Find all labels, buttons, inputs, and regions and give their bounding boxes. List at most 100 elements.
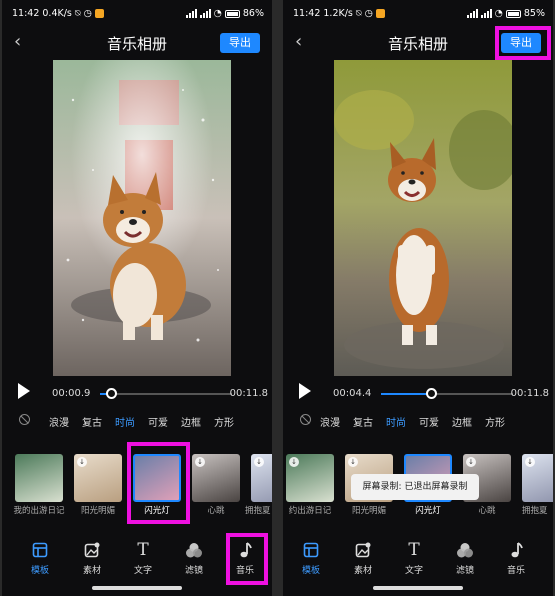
mute-icon: ⍉ [74, 8, 81, 19]
style-filter-row: 浪漫 复古 时尚 可爱 边框 方形 [283, 412, 553, 430]
total-time: 00:11.8 [229, 388, 268, 399]
progress-knob[interactable] [105, 388, 117, 399]
no-style-icon[interactable] [19, 414, 30, 425]
highlight-music-tab [226, 533, 268, 585]
wifi-icon: ◔ [494, 8, 503, 19]
highlight-export-button [495, 26, 551, 60]
status-bar: 11:42 0.4K/s ⍉ ◷ ◔ 86% [2, 6, 272, 22]
style-tab-5[interactable]: 方形 [214, 414, 234, 429]
progress-slider[interactable] [381, 388, 513, 399]
template-thumb-4[interactable]: ↓ [522, 454, 553, 502]
status-speed: 1.2K/s [323, 8, 353, 19]
battery-percent: 86% [242, 8, 264, 19]
download-icon: ↓ [195, 457, 205, 467]
highlight-selected-template [127, 442, 190, 524]
tab-filter-label: 滤镜 [184, 566, 203, 576]
tab-material[interactable]: 素材 [72, 540, 112, 576]
current-time: 00:00.9 [52, 388, 91, 399]
template-thumb-4[interactable]: ↓ [251, 454, 272, 502]
total-time: 00:11.8 [510, 388, 549, 399]
signal-icon [466, 9, 478, 18]
home-indicator [373, 586, 463, 590]
player-controls: 00:04.4 00:11.8 [283, 380, 553, 404]
tab-text[interactable]: T 文字 [123, 540, 163, 576]
progress-knob[interactable] [426, 388, 438, 399]
header: ‹ 音乐相册 导出 [2, 30, 272, 56]
template-label-0: 约出游日记 [288, 506, 332, 516]
tab-text-label: 文字 [133, 566, 152, 576]
tab-music-label: 音乐 [506, 566, 525, 576]
battery-icon [505, 9, 521, 18]
export-button[interactable]: 导出 [220, 33, 260, 53]
app-notification-icon [94, 9, 104, 18]
tab-material[interactable]: 素材 [343, 540, 383, 576]
tab-template[interactable]: 模板 [20, 540, 60, 576]
style-tab-1[interactable]: 复古 [353, 414, 373, 429]
tab-material-label: 素材 [82, 566, 101, 576]
alarm-icon: ◷ [83, 8, 92, 19]
mute-icon: ⍉ [355, 8, 362, 19]
tab-filter[interactable]: 滤镜 [445, 540, 485, 576]
status-time: 11:42 [293, 8, 321, 19]
tab-music[interactable]: 音乐 [496, 540, 536, 576]
template-label-4: 拥抱夏 [522, 506, 548, 516]
style-tab-0[interactable]: 浪漫 [320, 414, 340, 429]
video-preview[interactable] [53, 60, 231, 376]
tab-template-label: 模板 [301, 566, 320, 576]
tab-material-label: 素材 [353, 566, 372, 576]
template-label-3: 心跳 [207, 506, 225, 516]
status-speed: 0.4K/s [42, 8, 72, 19]
current-time: 00:04.4 [333, 388, 372, 399]
style-tab-5[interactable]: 方形 [485, 414, 505, 429]
text-icon: T [408, 540, 420, 560]
wifi-icon: ◔ [213, 8, 222, 19]
filter-icon [457, 543, 473, 558]
preview-image [53, 60, 231, 376]
play-icon[interactable] [18, 383, 30, 399]
style-tab-1[interactable]: 复古 [82, 414, 102, 429]
template-label-4: 拥抱夏 [245, 506, 271, 516]
image-add-icon [355, 542, 371, 558]
progress-slider[interactable] [100, 388, 232, 399]
signal-icon-2 [480, 9, 492, 18]
no-style-icon[interactable] [300, 414, 311, 425]
status-time: 11:42 [12, 8, 40, 19]
style-tab-0[interactable]: 浪漫 [49, 414, 69, 429]
template-thumb-0[interactable]: ↓ [286, 454, 334, 502]
style-tab-2[interactable]: 时尚 [115, 414, 135, 429]
download-icon: ↓ [289, 457, 299, 467]
right-screen: 11:42 1.2K/s ⍉ ◷ ◔ 85% ‹ 音乐相册 导出 00:04.4… [283, 0, 553, 596]
template-thumb-1[interactable]: ↓ [74, 454, 122, 502]
style-tab-4[interactable]: 边框 [452, 414, 472, 429]
template-thumb-0[interactable] [15, 454, 63, 502]
tab-template-label: 模板 [30, 566, 49, 576]
signal-icon-2 [199, 9, 211, 18]
template-label-1: 阳光明媚 [80, 506, 115, 516]
tab-text[interactable]: T 文字 [394, 540, 434, 576]
template-thumb-3[interactable]: ↓ [192, 454, 240, 502]
progress-fill [381, 393, 432, 395]
style-tab-4[interactable]: 边框 [181, 414, 201, 429]
style-tab-3[interactable]: 可爱 [148, 414, 168, 429]
image-add-icon [84, 542, 100, 558]
battery-percent: 85% [523, 8, 545, 19]
video-preview[interactable] [334, 60, 512, 376]
style-tab-3[interactable]: 可爱 [419, 414, 439, 429]
status-bar: 11:42 1.2K/s ⍉ ◷ ◔ 85% [283, 6, 553, 22]
download-icon: ↓ [77, 457, 87, 467]
template-label-0: 我的出游日记 [13, 506, 65, 516]
play-icon[interactable] [299, 383, 311, 399]
alarm-icon: ◷ [364, 8, 373, 19]
text-icon: T [137, 540, 149, 560]
tab-template[interactable]: 模板 [291, 540, 331, 576]
home-indicator [92, 586, 182, 590]
tab-text-label: 文字 [404, 566, 423, 576]
filter-icon [186, 543, 202, 558]
template-icon [303, 542, 319, 558]
app-notification-icon [375, 9, 385, 18]
tab-filter[interactable]: 滤镜 [174, 540, 214, 576]
signal-icon [185, 9, 197, 18]
style-tab-2[interactable]: 时尚 [386, 414, 406, 429]
bottom-tab-bar: 模板 素材 T 文字 滤镜 音乐 [283, 536, 553, 580]
template-label-3: 心跳 [478, 506, 496, 516]
